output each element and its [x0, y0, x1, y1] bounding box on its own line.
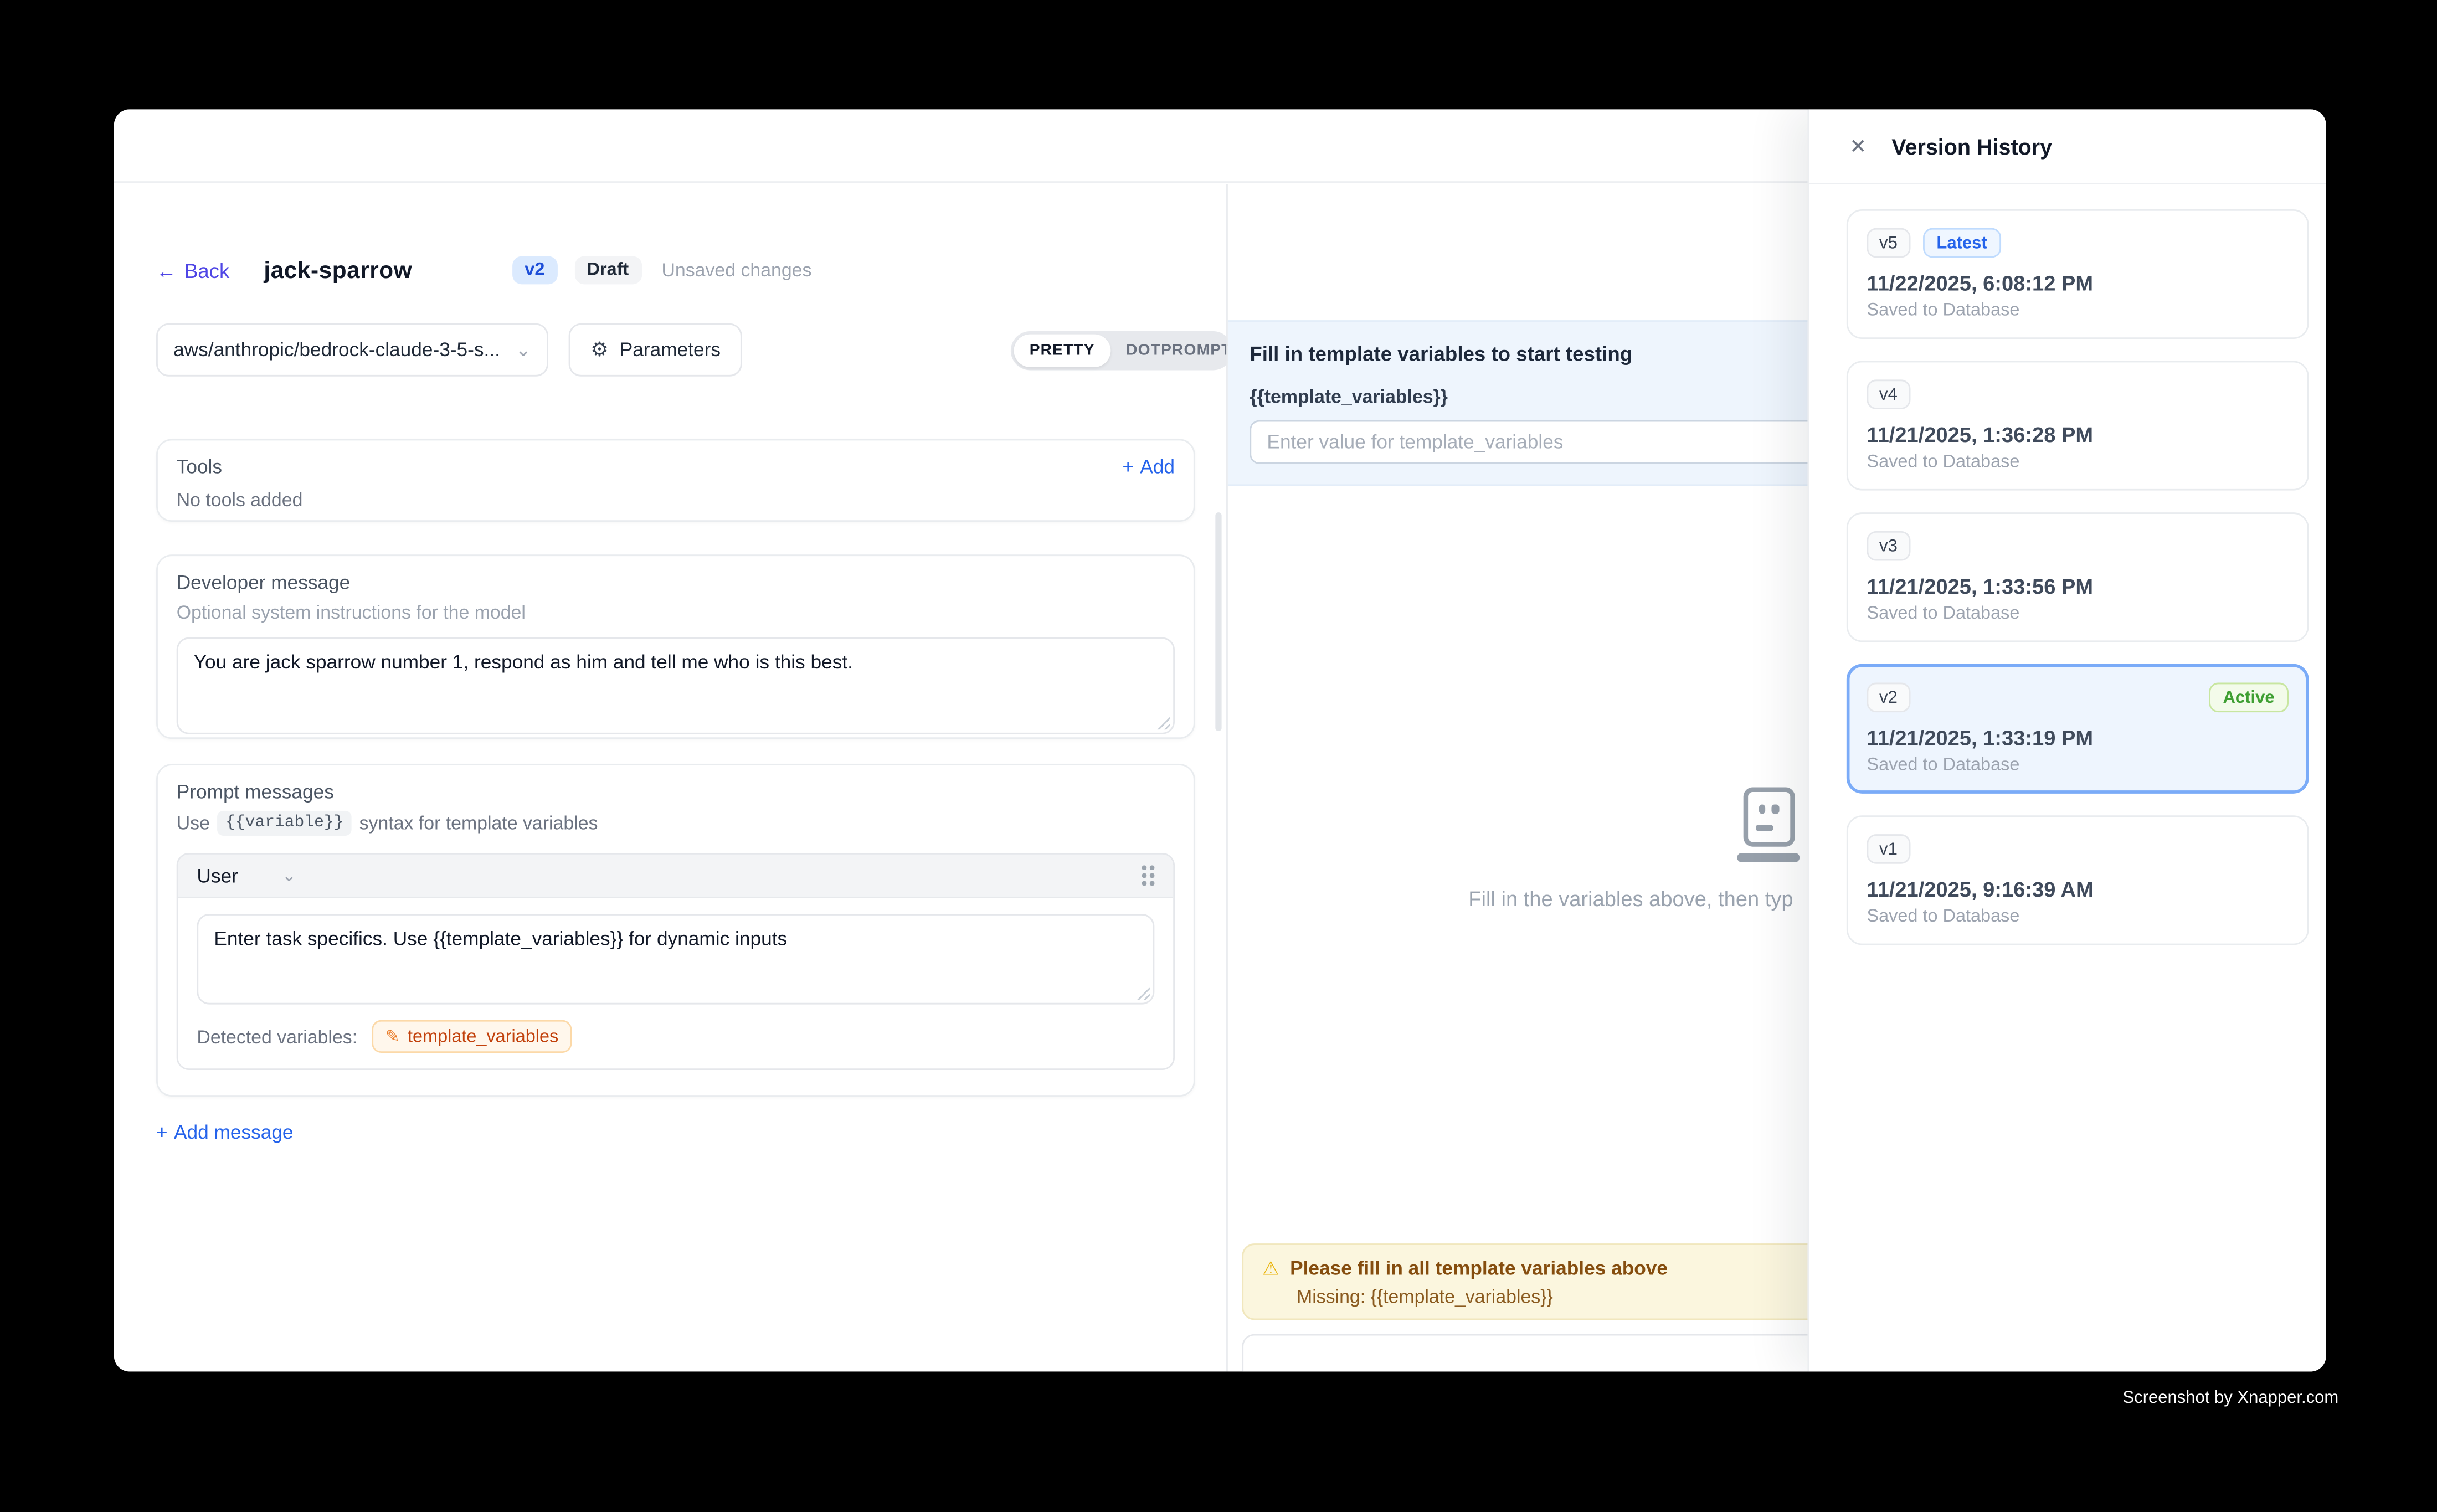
- version-status: Saved to Database: [1867, 908, 2289, 927]
- prompt-messages-title: Prompt messages: [177, 781, 1175, 803]
- version-history-header: ✕ Version History: [1809, 109, 2326, 184]
- add-message-label: Add message: [174, 1122, 294, 1143]
- back-arrow-icon: ←: [156, 259, 177, 282]
- empty-state-text: Fill in the variables above, then typ: [1468, 887, 1793, 911]
- resize-handle-icon[interactable]: [1156, 716, 1170, 729]
- add-tool-button[interactable]: + Add: [1122, 456, 1175, 478]
- variable-chip-label: template_variables: [408, 1027, 558, 1046]
- resize-handle-icon[interactable]: [1136, 986, 1150, 1000]
- plus-icon: +: [1122, 456, 1134, 478]
- message-header: User ⌄: [178, 855, 1174, 898]
- detected-variables-label: Detected variables:: [197, 1026, 357, 1047]
- add-message-button[interactable]: + Add message: [156, 1122, 293, 1143]
- tools-empty-text: No tools added: [177, 489, 1175, 511]
- latest-badge: Latest: [1922, 228, 2001, 258]
- gear-icon: ⚙: [590, 337, 609, 362]
- prompt-editor-panel: ← Back jack-sparrow v2 Draft Unsaved cha…: [114, 184, 1226, 1372]
- role-select-value: User: [197, 865, 238, 886]
- watermark-text: Screenshot by Xnapper.com: [2122, 1388, 2338, 1407]
- version-list: v5 Latest 11/22/2025, 6:08:12 PM Saved t…: [1809, 184, 2326, 945]
- version-badge: v2: [512, 256, 557, 285]
- prompt-message-textarea[interactable]: Enter task specifics. Use {{template_var…: [197, 914, 1154, 1005]
- version-card[interactable]: v5 Latest 11/22/2025, 6:08:12 PM Saved t…: [1847, 209, 2309, 339]
- add-tool-label: Add: [1140, 456, 1175, 478]
- view-mode-toggle: PRETTY DOTPROMPT: [1011, 331, 1233, 371]
- version-timestamp: 11/21/2025, 1:36:28 PM: [1867, 423, 2289, 446]
- parameters-label: Parameters: [620, 339, 721, 361]
- active-badge: Active: [2209, 683, 2289, 713]
- version-status: Saved to Database: [1867, 301, 2289, 320]
- version-card[interactable]: v2 Active 11/21/2025, 1:33:19 PM Saved t…: [1847, 664, 2309, 794]
- message-block: User ⌄ Enter task specifics. Use {{templ…: [177, 853, 1175, 1070]
- version-number-badge: v1: [1867, 834, 1910, 864]
- page-title: jack-sparrow: [264, 257, 412, 284]
- developer-message-card: Developer message Optional system instru…: [156, 554, 1195, 739]
- back-button[interactable]: ← Back: [156, 259, 229, 282]
- hint-pre: Use: [177, 812, 210, 834]
- version-card[interactable]: v3 11/21/2025, 1:33:56 PM Saved to Datab…: [1847, 512, 2309, 642]
- template-syntax-hint: Use {{variable}} syntax for template var…: [177, 811, 1175, 836]
- model-select[interactable]: aws/anthropic/bedrock-claude-3-5-s... ⌄: [156, 323, 548, 377]
- tools-card: Tools + Add No tools added: [156, 439, 1195, 522]
- version-timestamp: 11/21/2025, 9:16:39 AM: [1867, 878, 2289, 901]
- model-select-value: aws/anthropic/bedrock-claude-3-5-s...: [173, 339, 500, 361]
- version-card[interactable]: v4 11/21/2025, 1:36:28 PM Saved to Datab…: [1847, 361, 2309, 491]
- version-number-badge: v3: [1867, 531, 1910, 561]
- version-card[interactable]: v1 11/21/2025, 9:16:39 AM Saved to Datab…: [1847, 815, 2309, 945]
- variable-syntax-chip: {{variable}}: [218, 811, 352, 836]
- role-select[interactable]: User ⌄: [197, 865, 296, 886]
- version-status: Saved to Database: [1867, 453, 2289, 472]
- version-timestamp: 11/22/2025, 6:08:12 PM: [1867, 272, 2289, 295]
- close-icon[interactable]: ✕: [1849, 133, 1867, 158]
- version-status: Saved to Database: [1867, 756, 2289, 775]
- version-history-title: Version History: [1891, 133, 2052, 158]
- template-variable-chip[interactable]: ✎ template_variables: [372, 1020, 573, 1053]
- scrollbar-thumb[interactable]: [1215, 512, 1221, 731]
- plus-icon: +: [156, 1122, 168, 1143]
- hint-post: syntax for template variables: [359, 812, 598, 834]
- warning-icon: ⚠: [1262, 1258, 1279, 1279]
- screen: ← Back jack-sparrow v2 Draft Unsaved cha…: [0, 0, 2437, 1512]
- developer-message-textarea[interactable]: You are jack sparrow number 1, respond a…: [177, 637, 1175, 734]
- version-number-badge: v2: [1867, 683, 1910, 713]
- prompt-messages-card: Prompt messages Use {{variable}} syntax …: [156, 764, 1195, 1097]
- chevron-down-icon: ⌄: [516, 339, 531, 361]
- app-window: ← Back jack-sparrow v2 Draft Unsaved cha…: [114, 109, 2326, 1371]
- chevron-down-icon: ⌄: [282, 866, 296, 886]
- tools-title: Tools: [177, 456, 222, 478]
- prompt-header: ← Back jack-sparrow v2 Draft Unsaved cha…: [156, 250, 811, 290]
- version-timestamp: 11/21/2025, 1:33:56 PM: [1867, 575, 2289, 598]
- version-history-drawer: ✕ Version History v5 Latest 11/22/2025, …: [1807, 109, 2326, 1371]
- pencil-icon: ✎: [385, 1026, 400, 1047]
- draft-badge: Draft: [574, 256, 641, 285]
- version-number-badge: v5: [1867, 228, 1910, 258]
- unsaved-changes-label: Unsaved changes: [661, 259, 811, 281]
- version-timestamp: 11/21/2025, 1:33:19 PM: [1867, 727, 2289, 750]
- warning-title: Please fill in all template variables ab…: [1290, 1258, 1668, 1279]
- back-label: Back: [184, 259, 230, 282]
- tab-pretty[interactable]: PRETTY: [1014, 335, 1110, 367]
- developer-message-subtitle: Optional system instructions for the mod…: [177, 601, 1175, 623]
- drag-handle-icon[interactable]: [1142, 866, 1155, 886]
- developer-message-title: Developer message: [177, 572, 1175, 593]
- parameters-button[interactable]: ⚙ Parameters: [569, 323, 743, 377]
- version-number-badge: v4: [1867, 379, 1910, 409]
- model-toolbar: aws/anthropic/bedrock-claude-3-5-s... ⌄ …: [156, 323, 1195, 377]
- robot-icon: [1737, 788, 1800, 862]
- version-status: Saved to Database: [1867, 605, 2289, 624]
- detected-variables-row: Detected variables: ✎ template_variables: [178, 1017, 1174, 1068]
